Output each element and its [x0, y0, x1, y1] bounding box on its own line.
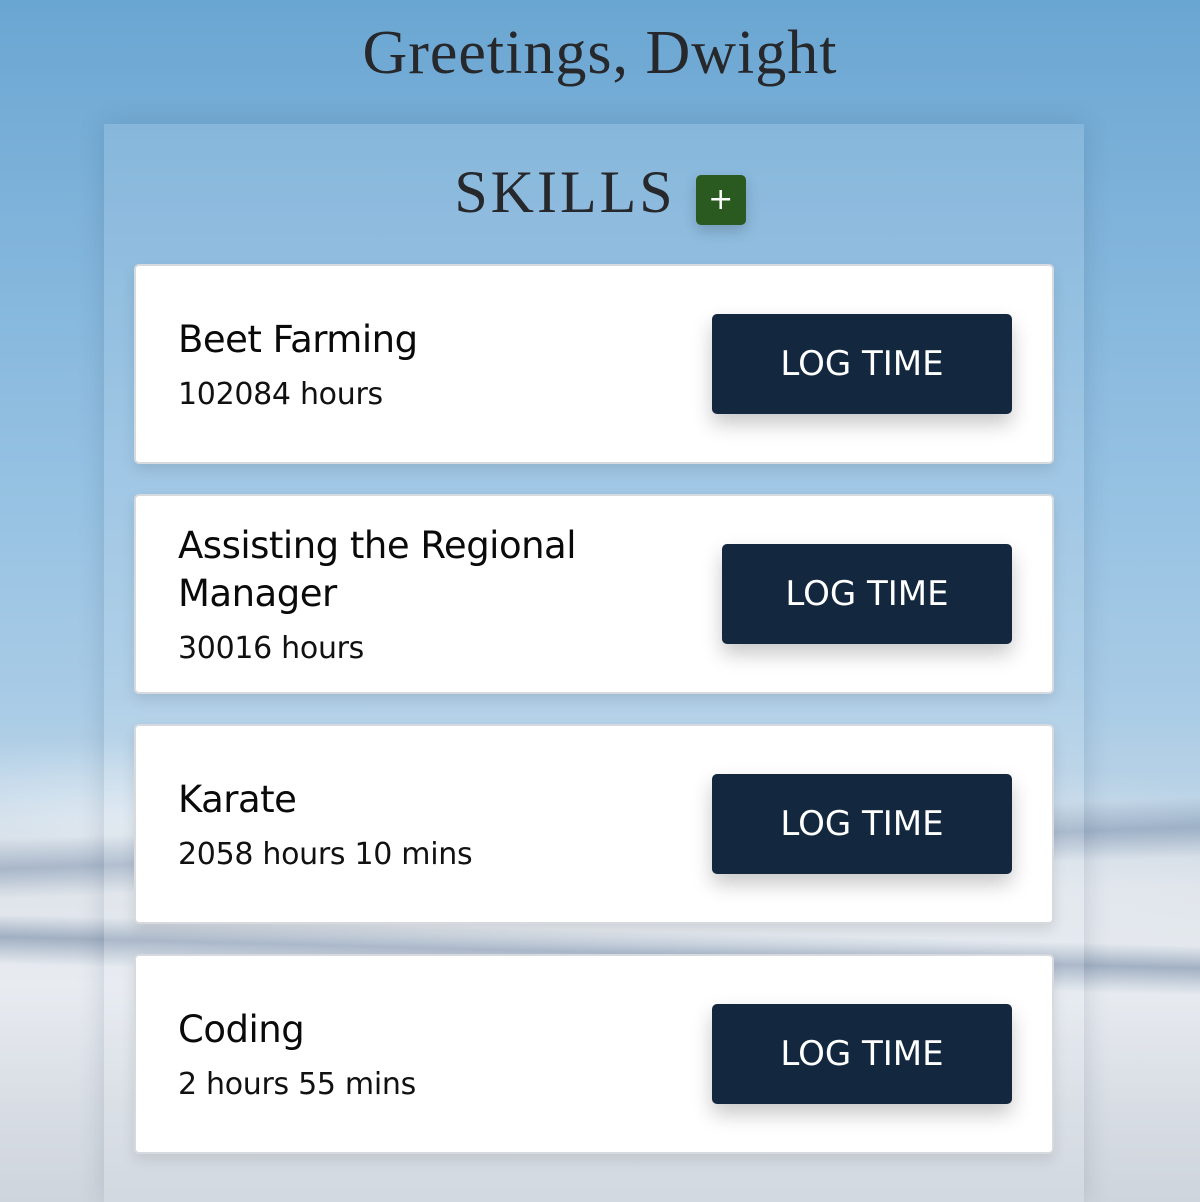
- plus-icon: +: [708, 181, 734, 217]
- skill-info: Coding 2 hours 55 mins: [178, 956, 658, 1152]
- skill-name: Beet Farming: [178, 318, 418, 361]
- greeting-heading: Greetings, Dwight: [362, 19, 838, 87]
- skill-info: Beet Farming 102084 hours: [178, 266, 658, 462]
- skills-header: SKILLS +: [0, 158, 1200, 227]
- skill-card-coding: Coding 2 hours 55 mins LOG TIME: [134, 954, 1054, 1154]
- log-time-button[interactable]: LOG TIME: [712, 774, 1012, 874]
- skill-time: 30016 hours: [178, 631, 365, 666]
- skill-name: Coding: [178, 1008, 305, 1051]
- log-time-button[interactable]: LOG TIME: [722, 544, 1012, 644]
- skill-time: 2058 hours 10 mins: [178, 837, 473, 872]
- skill-name: Karate: [178, 778, 297, 821]
- skill-card-karate: Karate 2058 hours 10 mins LOG TIME: [134, 724, 1054, 924]
- skills-title: SKILLS: [454, 159, 676, 225]
- skill-card-assisting-regional-manager: Assisting the Regional Manager 30016 hou…: [134, 494, 1054, 694]
- skill-time: 2 hours 55 mins: [178, 1067, 416, 1102]
- skill-info: Karate 2058 hours 10 mins: [178, 726, 658, 922]
- log-time-button[interactable]: LOG TIME: [712, 314, 1012, 414]
- skill-card-beet-farming: Beet Farming 102084 hours LOG TIME: [134, 264, 1054, 464]
- skill-info: Assisting the Regional Manager 30016 hou…: [178, 496, 658, 692]
- skill-time: 102084 hours: [178, 377, 383, 412]
- skill-name: Assisting the Regional Manager: [178, 524, 577, 615]
- log-time-button[interactable]: LOG TIME: [712, 1004, 1012, 1104]
- add-skill-button[interactable]: +: [695, 174, 746, 225]
